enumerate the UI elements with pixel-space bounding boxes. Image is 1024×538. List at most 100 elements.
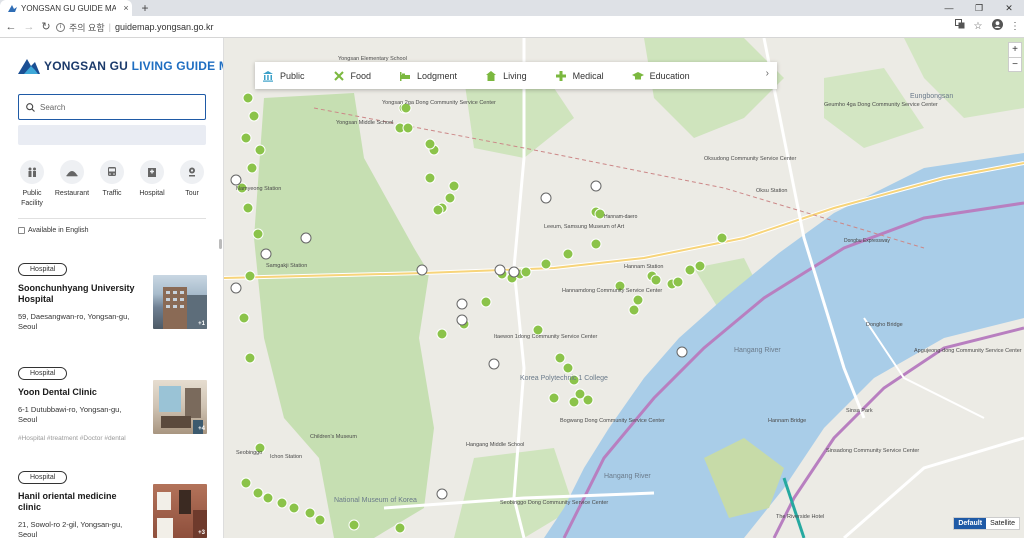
utensils-icon: [333, 70, 344, 81]
result-title[interactable]: Soonchunhyang University Hospital: [18, 283, 142, 305]
map-label: National Museum of Korea: [334, 497, 417, 504]
public-facility-icon: [20, 160, 44, 184]
maximize-button[interactable]: ❐: [964, 0, 994, 16]
map-category-label: Living: [503, 70, 527, 81]
site-logo[interactable]: YONGSAN GU LIVING GUIDE MAP: [18, 57, 223, 75]
map-label: Hannamdong Community Service Center: [562, 288, 663, 294]
result-title[interactable]: Yoon Dental Clinic: [18, 387, 142, 398]
map-label: Korea Polytechnic 1 College: [520, 375, 608, 382]
map-label: Sinsadong Community Service Center: [826, 448, 920, 454]
map-label: Eungbongsan: [910, 93, 954, 100]
home-icon: [486, 70, 497, 81]
english-checkbox[interactable]: [18, 227, 25, 234]
map-label: Oksu Station: [756, 188, 788, 194]
cross-icon: [555, 70, 566, 81]
map-type-satellite-button[interactable]: Satellite: [986, 518, 1019, 529]
map-label: Ichon Station: [270, 454, 303, 460]
logo-mark-icon: [18, 58, 40, 74]
map-label: Bogwang Dong Community Service Center: [560, 418, 665, 424]
tab-close-icon[interactable]: ×: [120, 3, 132, 13]
map-category-label: Public: [280, 70, 305, 81]
category-tour[interactable]: Tour: [172, 160, 212, 209]
category-label: Hospital: [139, 190, 165, 197]
reload-icon[interactable]: ↻: [39, 20, 53, 34]
building-icon: [263, 70, 273, 82]
category-traffic[interactable]: Traffic: [92, 160, 132, 209]
chevron-right-icon[interactable]: ›: [766, 68, 769, 79]
result-photo[interactable]: +4: [153, 380, 207, 434]
category-hospital[interactable]: Hospital: [132, 160, 172, 209]
map-category-label: Food: [350, 70, 372, 81]
result-photo[interactable]: +3: [153, 484, 207, 538]
map-category-education[interactable]: Education: [631, 70, 690, 82]
map-label: Leeum, Samsung Museum of Art: [544, 224, 625, 230]
map-label: Samgakji Station: [266, 263, 308, 269]
forward-icon[interactable]: →: [22, 20, 36, 34]
map-label: Apgujeong-dong Community Service Center: [914, 348, 1022, 354]
map-label: Seobinggo Dong Community Service Center: [500, 500, 609, 506]
profile-avatar-icon[interactable]: [990, 19, 1004, 35]
tab-title: YONGSAN GU GUIDE MAP: [21, 3, 116, 13]
map-label: Dongho Bridge: [866, 322, 903, 328]
map-label: Yongsan 2ga Dong Community Service Cente…: [382, 100, 496, 106]
category-label: Restaurant: [54, 190, 90, 197]
sidebar-divider: [18, 218, 206, 219]
category-restaurant[interactable]: Restaurant: [52, 160, 92, 209]
search-icon: [26, 102, 35, 112]
map-label: Hannam Bridge: [768, 418, 807, 424]
category-label: Tour: [185, 190, 199, 197]
result-item[interactable]: Hospital Yoon Dental Clinic 6-1 Dutubbaw…: [18, 362, 208, 442]
result-address: 6-1 Dutubbawi-ro, Yongsan-gu, Seoul: [18, 405, 122, 424]
result-address: 59, Daesangwan-ro, Yongsan-gu, Seoul: [18, 312, 130, 331]
close-window-button[interactable]: ✕: [994, 0, 1024, 16]
info-icon[interactable]: i: [56, 22, 65, 32]
bed-icon: [400, 71, 411, 81]
photo-count: +3: [198, 530, 205, 536]
map-label: Oksudong Community Service Center: [704, 156, 797, 162]
english-filter[interactable]: Available in English: [18, 227, 89, 234]
map-category-lodgment[interactable]: Lodgment: [399, 70, 457, 82]
zoom-in-button[interactable]: +: [1009, 43, 1021, 57]
map-category-living[interactable]: Living: [485, 70, 527, 82]
minimize-button[interactable]: —: [934, 0, 964, 16]
browser-tab[interactable]: YONGSAN GU GUIDE MAP ×: [0, 0, 132, 16]
sidebar-scrollbar[interactable]: [219, 239, 222, 249]
result-item[interactable]: Hospital Hanil oriental medicine clinic …: [18, 466, 208, 538]
map-label: Hannam Station: [624, 264, 664, 270]
site-favicon-icon: [8, 4, 17, 12]
photo-count: +1: [198, 321, 205, 327]
result-title[interactable]: Hanil oriental medicine clinic: [18, 491, 142, 513]
address-bar[interactable]: i 주의 요함 | guidemap.yongsan.go.kr: [56, 19, 946, 35]
zoom-out-button[interactable]: −: [1009, 57, 1021, 71]
map-category-label: Education: [649, 70, 690, 81]
map-type-default-button[interactable]: Default: [954, 518, 987, 529]
result-tags: #Hospital #treatment #Doctor #dental: [18, 435, 126, 442]
photo-count: +4: [198, 426, 205, 432]
search-box[interactable]: [18, 94, 206, 120]
omnibox-separator: |: [108, 22, 111, 32]
map-canvas[interactable]: Yongsan Elementary School Yongsan Middle…: [224, 38, 1024, 538]
back-icon[interactable]: ←: [4, 20, 18, 34]
url-text: guidemap.yongsan.go.kr: [114, 22, 214, 32]
result-item[interactable]: Hospital Soonchunhyang University Hospit…: [18, 258, 208, 332]
map-label: Itaewon 1dong Community Service Center: [494, 334, 598, 340]
map-label: Yongsan Middle School: [336, 120, 394, 126]
result-photo[interactable]: +1: [153, 275, 207, 329]
search-input[interactable]: [40, 102, 190, 112]
bookmark-star-icon[interactable]: ☆: [971, 19, 985, 35]
map-label: Sinsa Park: [846, 408, 873, 414]
category-public-facility[interactable]: Public Facility: [12, 160, 52, 209]
map-category-food[interactable]: Food: [333, 70, 372, 82]
map-label: Namyeong Station: [236, 186, 282, 192]
map-category-medical[interactable]: Medical: [555, 70, 604, 82]
map-label: Dongbu Expressway: [844, 238, 890, 244]
new-tab-button[interactable]: +: [138, 1, 152, 15]
translate-icon[interactable]: [953, 19, 967, 35]
browser-menu-icon[interactable]: ⋮: [1008, 19, 1022, 35]
category-badge: Hospital: [18, 471, 68, 484]
category-badge: Hospital: [18, 367, 68, 380]
map-category-public[interactable]: Public: [262, 70, 305, 82]
search-filter-bar[interactable]: [18, 125, 206, 145]
browser-toolbar: ← → ↻ i 주의 요함 | guidemap.yongsan.go.kr ☆…: [0, 16, 1024, 38]
category-label: Public Facility: [21, 190, 43, 207]
